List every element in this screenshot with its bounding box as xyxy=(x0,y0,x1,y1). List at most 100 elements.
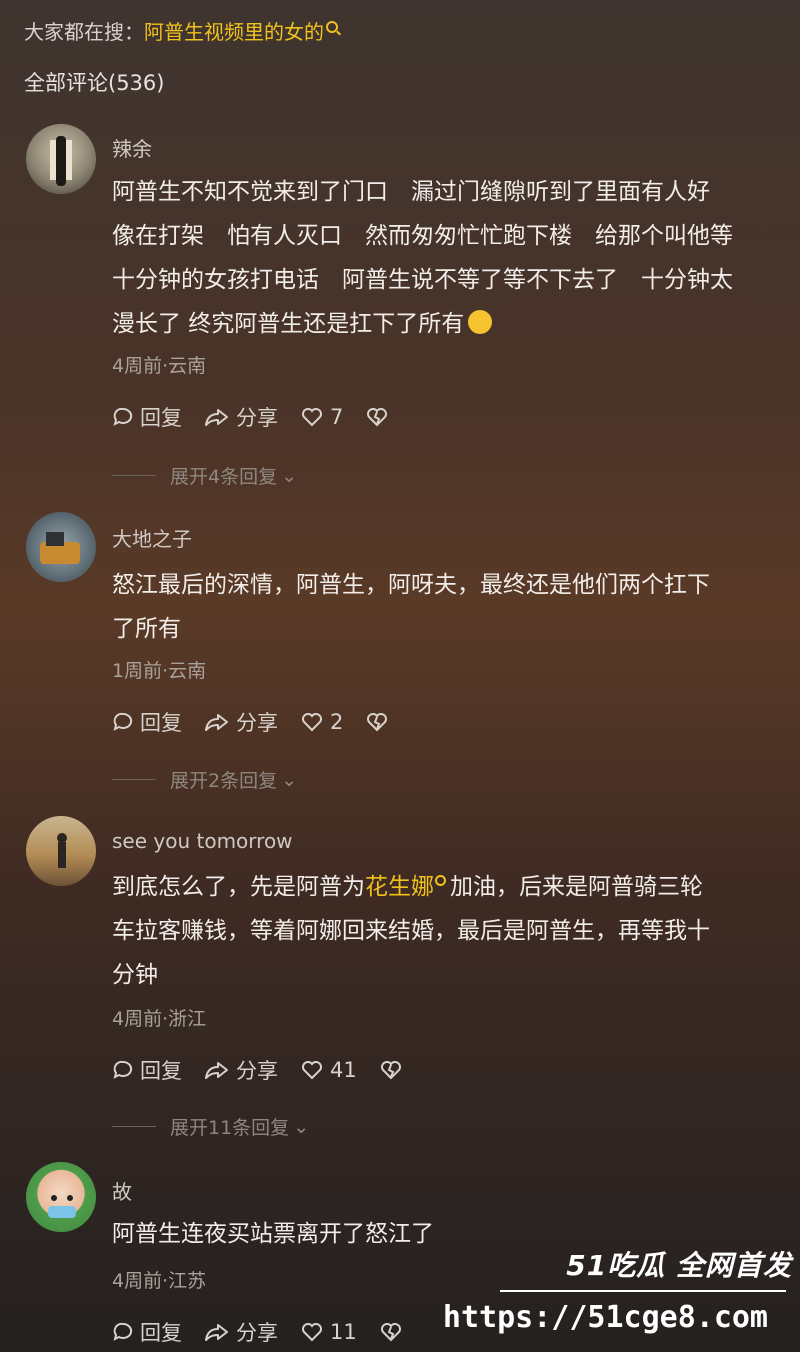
like-count: 41 xyxy=(330,1058,357,1082)
comment-line: 到底怎么了，先是阿普为 xyxy=(112,874,365,900)
comment-actions: 回复 分享 41 xyxy=(112,1055,431,1085)
comment-username[interactable]: see you tomorrow xyxy=(112,829,293,853)
share-button[interactable]: 分享 xyxy=(204,1055,278,1085)
reply-label: 回复 xyxy=(140,711,182,735)
broken-heart-icon xyxy=(380,1323,401,1342)
avatar[interactable] xyxy=(26,512,96,582)
like-count: 7 xyxy=(330,405,344,429)
comment-username[interactable]: 故 xyxy=(112,1176,132,1205)
avatar-image xyxy=(48,1195,76,1218)
comment-line: 加油，后来是阿普骑三轮 xyxy=(450,874,703,900)
chevron-down-icon: ⌄ xyxy=(281,464,298,487)
share-button[interactable]: 分享 xyxy=(204,1317,278,1347)
like-count: 2 xyxy=(330,710,344,734)
chevron-down-icon: ⌄ xyxy=(281,768,298,791)
comment-line: 分钟 xyxy=(112,962,158,988)
search-suggestion[interactable]: 大家都在搜：阿普生视频里的女的 xyxy=(24,16,338,45)
divider xyxy=(112,475,156,476)
share-icon xyxy=(205,1062,228,1079)
broken-heart-icon xyxy=(367,713,388,732)
laughing-emoji-icon xyxy=(468,310,493,334)
reply-icon xyxy=(113,712,133,731)
comment-line: 漫长了 终究阿普生还是扛下了所有 xyxy=(112,311,465,337)
comment-meta: 4周前·云南 xyxy=(112,355,207,377)
comment-line: 了所有 xyxy=(112,616,181,642)
heart-icon xyxy=(302,408,322,427)
comment-line: 车拉客赚钱，等着阿娜回来结婚，最后是阿普生，再等我十 xyxy=(112,918,710,944)
like-button[interactable]: 2 xyxy=(300,710,343,734)
comment-line: 阿普生不知不觉来到了门口 漏过门缝隙听到了里面有人好 xyxy=(112,179,710,205)
reply-button[interactable]: 回复 xyxy=(112,1317,182,1347)
dislike-button[interactable] xyxy=(365,711,395,733)
avatar-image xyxy=(50,136,72,186)
reply-button[interactable]: 回复 xyxy=(112,402,182,432)
search-keyword-link[interactable]: 阿普生视频里的女的 xyxy=(144,20,324,44)
avatar[interactable] xyxy=(26,1162,96,1232)
share-label: 分享 xyxy=(236,711,278,735)
comment-username[interactable]: 大地之子 xyxy=(112,523,192,552)
expand-replies[interactable]: 展开11条回复 ⌄ xyxy=(112,1113,309,1140)
reply-label: 回复 xyxy=(140,1321,182,1345)
reply-label: 回复 xyxy=(140,406,182,430)
heart-icon xyxy=(302,1061,322,1080)
comment-text: 阿普生不知不觉来到了门口 漏过门缝隙听到了里面有人好 像在打架 怕有人灭口 然而… xyxy=(112,170,782,346)
share-label: 分享 xyxy=(236,1321,278,1345)
watermark-url: https://51cge8.com xyxy=(442,1300,768,1335)
comment-line: 像在打架 怕有人灭口 然而匆匆忙忙跑下楼 给那个叫他等 xyxy=(112,223,733,249)
reply-icon xyxy=(113,1060,133,1079)
reply-icon xyxy=(113,407,133,426)
divider xyxy=(112,779,156,780)
comment-meta: 4周前·浙江 xyxy=(112,1008,207,1030)
comment-actions: 回复 分享 2 xyxy=(112,707,417,737)
share-label: 分享 xyxy=(236,406,278,430)
broken-heart-icon xyxy=(367,408,388,427)
share-icon xyxy=(205,409,228,426)
like-button[interactable]: 41 xyxy=(300,1058,357,1082)
comment-text: 到底怎么了，先是阿普为花生娜 加油，后来是阿普骑三轮 车拉客赚钱，等着阿娜回来结婚… xyxy=(112,865,782,997)
dislike-button[interactable] xyxy=(379,1321,409,1343)
reply-button[interactable]: 回复 xyxy=(112,707,182,737)
comment-count: 全部评论(536) xyxy=(24,71,165,95)
reply-label: 回复 xyxy=(140,1059,182,1083)
watermark-title: 51吃瓜 全网首发 xyxy=(566,1249,792,1282)
search-icon xyxy=(326,21,338,33)
reply-button[interactable]: 回复 xyxy=(112,1055,182,1085)
hashtag-link[interactable]: 花生娜 xyxy=(365,874,434,900)
share-label: 分享 xyxy=(236,1059,278,1083)
comment-line: 十分钟的女孩打电话 阿普生说不等了等不下去了 十分钟太 xyxy=(112,267,733,293)
avatar-image xyxy=(40,532,80,564)
comment-line: 怒江最后的深情，阿普生，阿呀夫，最终还是他们两个扛下 xyxy=(112,572,710,598)
watermark-divider xyxy=(500,1290,786,1292)
expand-label: 展开4条回复 xyxy=(170,466,278,488)
broken-heart-icon xyxy=(380,1061,401,1080)
comment-meta: 1周前·云南 xyxy=(112,660,207,682)
dislike-button[interactable] xyxy=(365,406,395,428)
like-button[interactable]: 7 xyxy=(300,405,343,429)
share-icon xyxy=(205,1324,228,1341)
avatar-image xyxy=(57,833,67,868)
expand-label: 展开2条回复 xyxy=(170,770,278,792)
expand-replies[interactable]: 展开2条回复 ⌄ xyxy=(112,766,297,793)
heart-icon xyxy=(302,1323,322,1342)
comment-actions: 回复 分享 11 xyxy=(112,1317,431,1347)
chevron-down-icon: ⌄ xyxy=(293,1115,310,1138)
like-button[interactable]: 11 xyxy=(300,1320,357,1344)
like-count: 11 xyxy=(330,1320,357,1344)
comment-meta: 4周前·江苏 xyxy=(112,1270,207,1292)
dislike-button[interactable] xyxy=(379,1059,409,1081)
avatar[interactable] xyxy=(26,124,96,194)
share-icon xyxy=(205,714,228,731)
share-button[interactable]: 分享 xyxy=(204,707,278,737)
share-button[interactable]: 分享 xyxy=(204,402,278,432)
heart-icon xyxy=(302,713,322,732)
expand-label: 展开11条回复 xyxy=(170,1117,290,1139)
reply-icon xyxy=(113,1322,133,1341)
search-prefix: 大家都在搜： xyxy=(24,20,144,44)
expand-replies[interactable]: 展开4条回复 ⌄ xyxy=(112,462,297,489)
search-icon xyxy=(435,875,446,886)
comment-text: 怒江最后的深情，阿普生，阿呀夫，最终还是他们两个扛下 了所有 xyxy=(112,563,782,651)
avatar[interactable] xyxy=(26,816,96,886)
comment-actions: 回复 分享 7 xyxy=(112,402,417,432)
comment-username[interactable]: 辣余 xyxy=(112,133,152,162)
divider xyxy=(112,1126,156,1127)
